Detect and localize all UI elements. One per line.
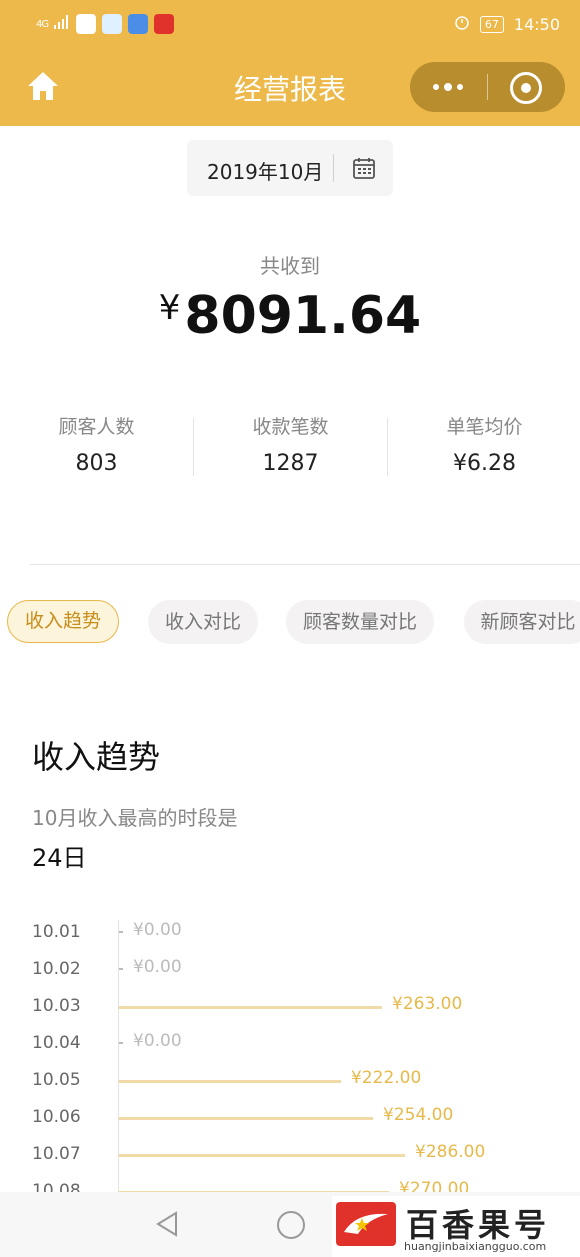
currency-symbol: ¥ <box>158 288 181 328</box>
payment-app-icon <box>128 14 149 34</box>
app-header: 4G 67 14:50 经营报表 <box>0 0 580 126</box>
capsule-divider <box>487 74 488 100</box>
calendar-icon[interactable] <box>352 156 376 180</box>
tab-customer-count-compare[interactable]: 顾客数量对比 <box>286 600 434 644</box>
chart-category-label: 10.08 <box>32 1181 81 1192</box>
stat-customers: 顾客人数 803 <box>0 412 193 476</box>
month-picker-value: 2019年10月 <box>207 160 324 184</box>
chart-value-label: ¥270.00 <box>399 1179 470 1192</box>
watermark-logo <box>336 1202 396 1246</box>
chart-row: 10.01 ¥0.00 <box>0 912 580 949</box>
stat-transactions: 收款笔数 1287 <box>194 412 387 476</box>
more-dot-icon <box>433 84 439 90</box>
more-dot-icon <box>444 83 452 91</box>
chart-category-label: 10.07 <box>32 1144 81 1164</box>
battery-indicator: 67 <box>479 15 504 33</box>
browser-app-icon <box>102 14 123 34</box>
total-label: 共收到 <box>260 254 320 278</box>
section-title: 收入趋势 <box>32 738 161 776</box>
stat-label: 单笔均价 <box>446 416 523 438</box>
chart-value-label: ¥0.00 <box>133 920 182 940</box>
chart-value-label: ¥263.00 <box>392 994 463 1014</box>
signal-icon <box>54 15 70 33</box>
stat-label: 收款笔数 <box>252 416 329 438</box>
status-time: 14:50 <box>513 14 560 34</box>
stat-value: 1287 <box>262 451 319 476</box>
chart-row: 10.04 ¥0.00 <box>0 1023 580 1060</box>
month-picker-divider <box>333 154 334 182</box>
home-circle-icon[interactable] <box>277 1211 305 1239</box>
more-dot-icon <box>457 84 463 90</box>
section-subtitle: 10月收入最高的时段是 <box>32 806 238 830</box>
income-trend-chart: 10.01 ¥0.00 10.02 ¥0.00 10.03 ¥263.00 10.04 ¥0.… <box>0 910 580 1192</box>
more-menu-button[interactable] <box>410 62 486 112</box>
chart-value-label: ¥0.00 <box>133 957 182 977</box>
network-indicator: 4G <box>36 18 49 30</box>
close-miniprogram-icon[interactable] <box>510 72 542 104</box>
stat-average: 单笔均价 ¥6.28 <box>388 412 580 476</box>
chart-row: 10.07 ¥286.00 <box>0 1134 580 1171</box>
chart-bar <box>119 1117 373 1120</box>
chart-bar <box>119 1154 405 1157</box>
chart-category-label: 10.01 <box>32 922 81 942</box>
chart-category-label: 10.02 <box>32 959 81 979</box>
section-divider <box>30 564 580 565</box>
chart-bar <box>119 1080 341 1083</box>
chart-bar <box>119 968 123 970</box>
chart-row: 10.03 ¥263.00 <box>0 986 580 1023</box>
chart-row: 10.02 ¥0.00 <box>0 949 580 986</box>
tab-income-trend[interactable]: 收入趋势 <box>7 600 119 643</box>
watermark: 百香果号 huangjinbaixiangguo.com <box>332 1196 580 1257</box>
tab-new-customer-compare[interactable]: 新顾客对比 <box>464 600 580 644</box>
chart-category-label: 10.03 <box>32 996 81 1016</box>
chart-bar <box>119 1006 382 1009</box>
total-amount: ¥8091.64 <box>0 286 580 346</box>
report-tabs: 收入趋势 收入对比 顾客数量对比 新顾客对比 <box>0 600 580 646</box>
chart-value-label: ¥286.00 <box>415 1142 486 1162</box>
watermark-url: huangjinbaixiangguo.com <box>404 1240 547 1253</box>
stat-label: 顾客人数 <box>58 416 135 438</box>
chart-value-label: ¥222.00 <box>351 1068 422 1088</box>
total-value: 8091.64 <box>184 286 422 346</box>
status-bar: 4G 67 14:50 <box>0 0 580 50</box>
alarm-icon <box>454 14 470 34</box>
chart-category-label: 10.05 <box>32 1070 81 1090</box>
miniprogram-capsule <box>410 62 565 112</box>
back-icon[interactable] <box>154 1210 180 1238</box>
chart-category-label: 10.04 <box>32 1033 81 1053</box>
month-picker[interactable]: 2019年10月 <box>187 140 393 196</box>
chart-bar <box>119 931 123 933</box>
map-app-icon <box>76 14 97 34</box>
stats-row: 顾客人数 803 收款笔数 1287 单笔均价 ¥6.28 <box>0 412 580 482</box>
stat-value: 803 <box>75 451 118 476</box>
tab-income-compare[interactable]: 收入对比 <box>148 600 258 644</box>
huawei-app-icon <box>154 14 175 34</box>
chart-value-label: ¥0.00 <box>133 1031 182 1051</box>
stat-value: ¥6.28 <box>453 451 516 476</box>
peak-day: 24日 <box>32 844 87 872</box>
chart-row: 10.05 ¥222.00 <box>0 1060 580 1097</box>
chart-value-label: ¥254.00 <box>383 1105 454 1125</box>
chart-bar <box>119 1042 123 1044</box>
chart-category-label: 10.06 <box>32 1107 81 1127</box>
chart-row: 10.06 ¥254.00 <box>0 1097 580 1134</box>
chart-row: 10.08 ¥270.00 <box>0 1171 580 1192</box>
